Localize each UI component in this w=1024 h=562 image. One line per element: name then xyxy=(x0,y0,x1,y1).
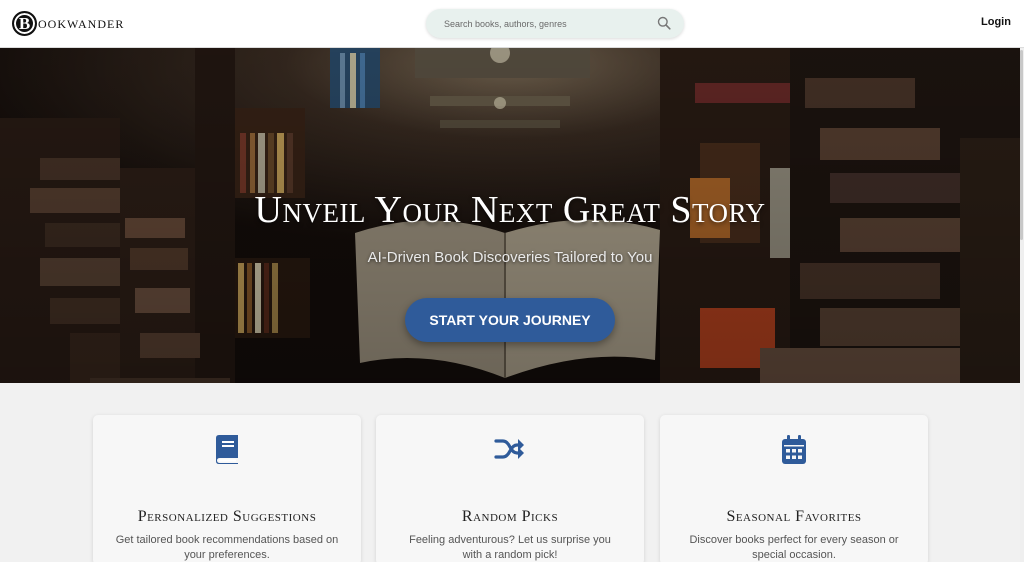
search-icon[interactable] xyxy=(657,16,671,30)
start-journey-button[interactable]: START YOUR JOURNEY xyxy=(405,298,615,342)
feature-title: Personalized Suggestions xyxy=(137,508,317,525)
feature-title: Seasonal Favorites xyxy=(726,508,862,525)
feature-card-personalized[interactable]: Personalized Suggestions Get tailored bo… xyxy=(93,415,361,562)
calendar-icon xyxy=(782,435,806,464)
hero-title: Unveil Your Next Great Story xyxy=(254,189,766,231)
feature-title: Random Picks xyxy=(461,508,559,525)
login-link[interactable]: Login xyxy=(981,16,1011,28)
site-logo[interactable]: B OOKWANDER xyxy=(12,11,124,36)
features-section: Personalized Suggestions Get tailored bo… xyxy=(0,383,1020,562)
hero-subtitle: AI-Driven Book Discoveries Tailored to Y… xyxy=(367,249,653,266)
search-input[interactable] xyxy=(426,9,651,38)
logo-text: OOKWANDER xyxy=(38,16,125,31)
page-scrollbar-thumb[interactable] xyxy=(1020,50,1023,240)
feature-card-seasonal[interactable]: Seasonal Favorites Discover books perfec… xyxy=(660,415,928,562)
feature-description: Feeling adventurous? Let us surprise you… xyxy=(409,534,611,561)
feature-description: Discover books perfect for every season … xyxy=(689,534,899,561)
shuffle-icon xyxy=(494,439,524,459)
search-bar xyxy=(426,9,684,38)
logo-mark: B xyxy=(12,11,37,36)
feature-description: Get tailored book recommendations based … xyxy=(115,534,339,561)
site-header: B OOKWANDER Login xyxy=(0,0,1024,48)
feature-card-random[interactable]: Random Picks Feeling adventurous? Let us… xyxy=(376,415,644,562)
hero-section: Unveil Your Next Great Story AI-Driven B… xyxy=(0,48,1020,383)
book-icon xyxy=(216,435,238,464)
